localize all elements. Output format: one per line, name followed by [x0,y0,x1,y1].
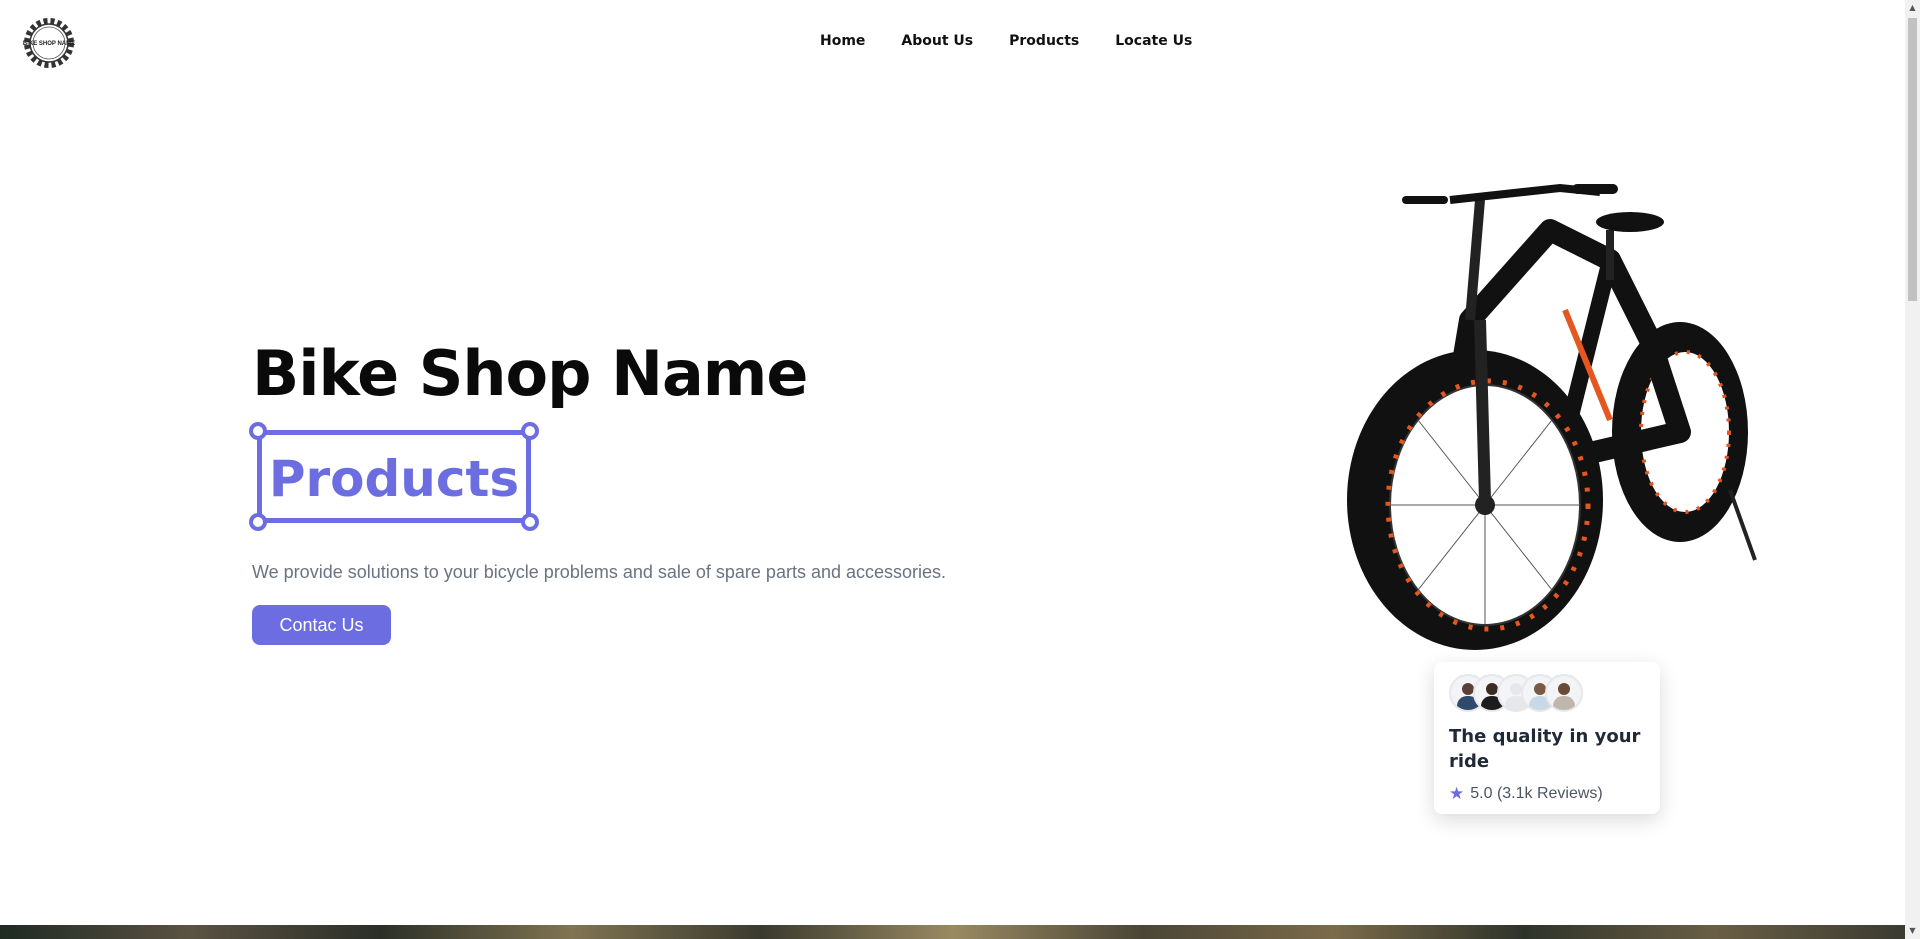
rating-text: 5.0 (3.1k Reviews) [1470,785,1603,802]
rating: ★ 5.0 (3.1k Reviews) [1449,784,1645,804]
nav-about-us[interactable]: About Us [901,33,973,49]
highlight-box: Products [249,422,539,531]
avatar [1545,674,1583,712]
main-nav: Home About Us Products Locate Us [820,33,1192,49]
next-section-image-strip [0,925,1905,939]
page-scrollbar[interactable]: ▲ ▼ [1905,0,1920,939]
resize-handle-top-left [249,422,267,440]
resize-handle-top-right [521,422,539,440]
scroll-up-arrow-icon[interactable]: ▲ [1905,0,1920,16]
shop-logo[interactable]: BIKE SHOP NAME [20,16,78,70]
scroll-down-arrow-icon[interactable]: ▼ [1905,923,1920,939]
nav-home[interactable]: Home [820,33,865,49]
reviewer-avatars [1449,674,1645,714]
star-icon: ★ [1449,784,1465,803]
hero-description: We provide solutions to your bicycle pro… [252,562,947,582]
nav-locate-us[interactable]: Locate Us [1115,33,1192,49]
scroll-thumb[interactable] [1908,18,1917,301]
resize-handle-bottom-right [521,513,539,531]
resize-handle-bottom-left [249,513,267,531]
bike-image [1347,183,1757,650]
review-card: The quality in your ride ★ 5.0 (3.1k Rev… [1434,662,1660,814]
hero-title: Bike Shop Name [252,337,808,410]
hero-highlight-word: Products [268,450,520,508]
contact-us-button[interactable]: Contac Us [252,605,391,645]
review-card-title: The quality in your ride [1449,726,1641,772]
nav-products[interactable]: Products [1009,33,1079,49]
logo-text: BIKE SHOP NAME [23,41,75,47]
